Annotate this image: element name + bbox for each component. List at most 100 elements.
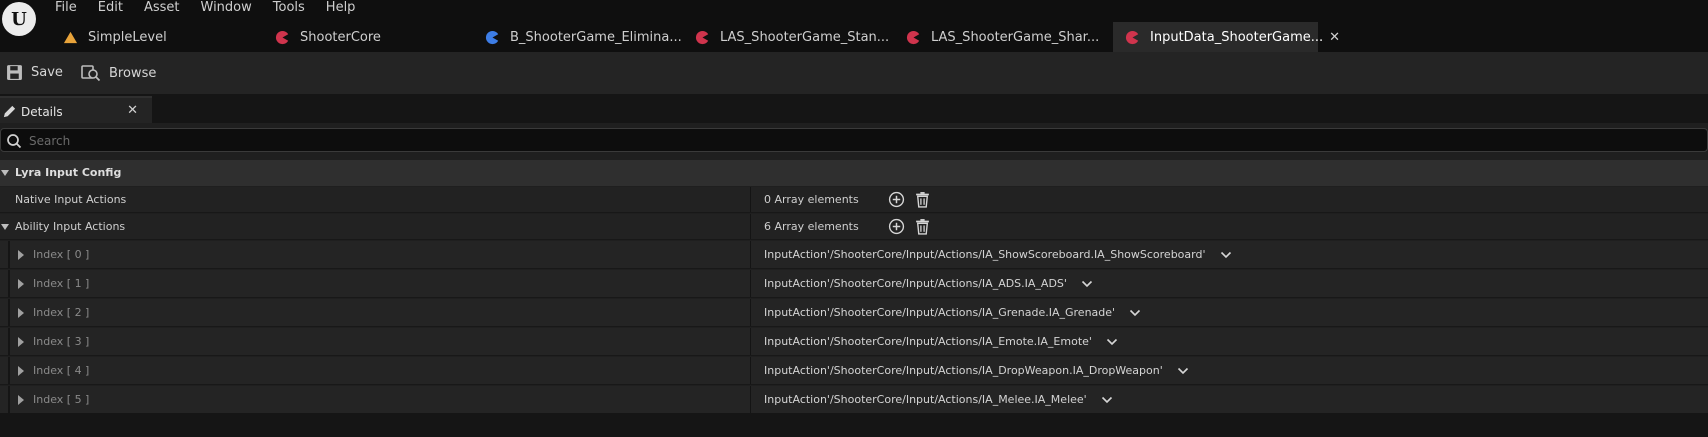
- element-index: Index [ 4 ]: [33, 364, 90, 377]
- tab-label: LAS_ShooterGame_Stan...: [720, 29, 890, 45]
- indent-guide: [8, 299, 10, 326]
- asset-path: InputAction'/ShooterCore/Input/Actions/I…: [764, 277, 1067, 290]
- menu-tools[interactable]: Tools: [273, 0, 305, 16]
- column-divider[interactable]: [750, 357, 751, 384]
- column-divider[interactable]: [750, 299, 751, 326]
- browse-button[interactable]: Browse: [81, 64, 156, 82]
- asset-path: InputAction'/ShooterCore/Input/Actions/I…: [764, 248, 1206, 261]
- data-asset-icon: [695, 30, 710, 44]
- expand-arrow-icon[interactable]: [18, 279, 24, 289]
- save-button[interactable]: Save: [6, 64, 63, 81]
- indent-guide: [8, 328, 10, 355]
- tab-details[interactable]: Details ✕: [0, 96, 152, 125]
- collapse-arrow-icon[interactable]: [1, 170, 9, 176]
- array-element-row: Index [ 3 ] InputAction'/ShooterCore/Inp…: [0, 328, 1708, 356]
- asset-toolbar: Save Browse: [0, 52, 1708, 94]
- data-asset-icon: [906, 30, 921, 44]
- menu-file[interactable]: File: [55, 0, 77, 16]
- element-index: Index [ 0 ]: [33, 248, 90, 261]
- tab-label: InputData_ShooterGame...: [1150, 29, 1324, 45]
- array-count: 0 Array elements: [764, 193, 859, 206]
- plugin-icon: [275, 30, 290, 44]
- column-divider[interactable]: [750, 386, 751, 413]
- property-row-native-input-actions: Native Input Actions 0 Array elements: [0, 187, 1708, 213]
- element-index: Index [ 1 ]: [33, 277, 90, 290]
- panel-footer: [0, 413, 1708, 437]
- array-element-row: Index [ 4 ] InputAction'/ShooterCore/Inp…: [0, 357, 1708, 385]
- asset-path: InputAction'/ShooterCore/Input/Actions/I…: [764, 306, 1116, 319]
- asset-picker[interactable]: InputAction'/ShooterCore/Input/Actions/I…: [764, 335, 1118, 348]
- tab-label: LAS_ShooterGame_Shar...: [931, 29, 1100, 45]
- element-index: Index [ 3 ]: [33, 335, 90, 348]
- array-element-row: Index [ 5 ] InputAction'/ShooterCore/Inp…: [0, 386, 1708, 414]
- asset-path: InputAction'/ShooterCore/Input/Actions/I…: [764, 335, 1092, 348]
- array-count: 6 Array elements: [764, 220, 859, 233]
- browse-icon: [81, 65, 101, 82]
- add-element-icon[interactable]: [888, 191, 905, 208]
- asset-path: InputAction'/ShooterCore/Input/Actions/I…: [764, 393, 1087, 406]
- asset-picker[interactable]: InputAction'/ShooterCore/Input/Actions/I…: [764, 248, 1232, 261]
- tab-simplelevel[interactable]: SimpleLevel: [63, 22, 253, 52]
- expand-arrow-icon[interactable]: [18, 308, 24, 318]
- browse-label: Browse: [109, 65, 157, 81]
- indent-guide: [8, 270, 10, 297]
- panel-tab-strip: [0, 94, 1708, 122]
- blueprint-icon: [485, 30, 500, 44]
- array-element-row: Index [ 2 ] InputAction'/ShooterCore/Inp…: [0, 299, 1708, 327]
- category-header[interactable]: Lyra Input Config: [0, 160, 1708, 186]
- tab-shootercore[interactable]: ShooterCore: [275, 22, 465, 52]
- column-divider[interactable]: [750, 241, 751, 268]
- unreal-logo-icon[interactable]: U: [2, 2, 36, 36]
- menu-window[interactable]: Window: [201, 0, 252, 16]
- property-name: Native Input Actions: [15, 193, 127, 206]
- column-divider[interactable]: [750, 187, 751, 212]
- add-element-icon[interactable]: [888, 218, 905, 235]
- chevron-down-icon[interactable]: [1177, 367, 1189, 375]
- data-asset-icon: [1125, 30, 1140, 44]
- chevron-down-icon[interactable]: [1081, 280, 1093, 288]
- column-divider[interactable]: [750, 270, 751, 297]
- chevron-down-icon[interactable]: [1220, 251, 1232, 259]
- indent-guide: [8, 357, 10, 384]
- save-icon: [7, 65, 22, 80]
- tab-las-shootergame-shared[interactable]: LAS_ShooterGame_Shar...: [906, 22, 1100, 52]
- element-index: Index [ 5 ]: [33, 393, 90, 406]
- column-divider[interactable]: [750, 214, 751, 239]
- search-box[interactable]: [0, 128, 1708, 152]
- chevron-down-icon[interactable]: [1106, 338, 1118, 346]
- menu-help[interactable]: Help: [326, 0, 356, 16]
- collapse-arrow-icon[interactable]: [1, 224, 9, 230]
- trash-icon[interactable]: [914, 191, 931, 208]
- chevron-down-icon[interactable]: [1101, 396, 1113, 404]
- chevron-down-icon[interactable]: [1129, 309, 1141, 317]
- level-icon: [63, 31, 78, 43]
- property-name: Ability Input Actions: [15, 220, 126, 233]
- property-row-ability-input-actions: Ability Input Actions 6 Array elements: [0, 214, 1708, 240]
- menu-asset[interactable]: Asset: [144, 0, 180, 16]
- array-element-row: Index [ 0 ] InputAction'/ShooterCore/Inp…: [0, 241, 1708, 269]
- expand-arrow-icon[interactable]: [18, 250, 24, 260]
- menu-edit[interactable]: Edit: [98, 0, 123, 16]
- asset-path: InputAction'/ShooterCore/Input/Actions/I…: [764, 364, 1163, 377]
- tab-b-shootergame-elimination[interactable]: B_ShooterGame_Elimina...: [485, 22, 682, 52]
- asset-picker[interactable]: InputAction'/ShooterCore/Input/Actions/I…: [764, 364, 1189, 377]
- tab-label: SimpleLevel: [88, 29, 167, 45]
- expand-arrow-icon[interactable]: [18, 395, 24, 405]
- search-input[interactable]: [27, 131, 1631, 151]
- asset-picker[interactable]: InputAction'/ShooterCore/Input/Actions/I…: [764, 306, 1141, 319]
- details-tab-label: Details: [21, 104, 63, 119]
- asset-picker[interactable]: InputAction'/ShooterCore/Input/Actions/I…: [764, 393, 1113, 406]
- trash-icon[interactable]: [914, 218, 931, 235]
- search-icon: [7, 134, 22, 149]
- tab-las-shootergame-standard[interactable]: LAS_ShooterGame_Stan...: [695, 22, 889, 52]
- column-divider[interactable]: [750, 328, 751, 355]
- expand-arrow-icon[interactable]: [18, 337, 24, 347]
- tab-label: B_ShooterGame_Elimina...: [510, 29, 682, 45]
- element-index: Index [ 2 ]: [33, 306, 90, 319]
- asset-picker[interactable]: InputAction'/ShooterCore/Input/Actions/I…: [764, 277, 1093, 290]
- array-element-row: Index [ 1 ] InputAction'/ShooterCore/Inp…: [0, 270, 1708, 298]
- tab-inputdata-shootergame[interactable]: InputData_ShooterGame... ✕: [1113, 22, 1340, 52]
- close-tab-icon[interactable]: ✕: [1329, 30, 1340, 45]
- expand-arrow-icon[interactable]: [18, 366, 24, 376]
- close-details-icon[interactable]: ✕: [127, 103, 138, 118]
